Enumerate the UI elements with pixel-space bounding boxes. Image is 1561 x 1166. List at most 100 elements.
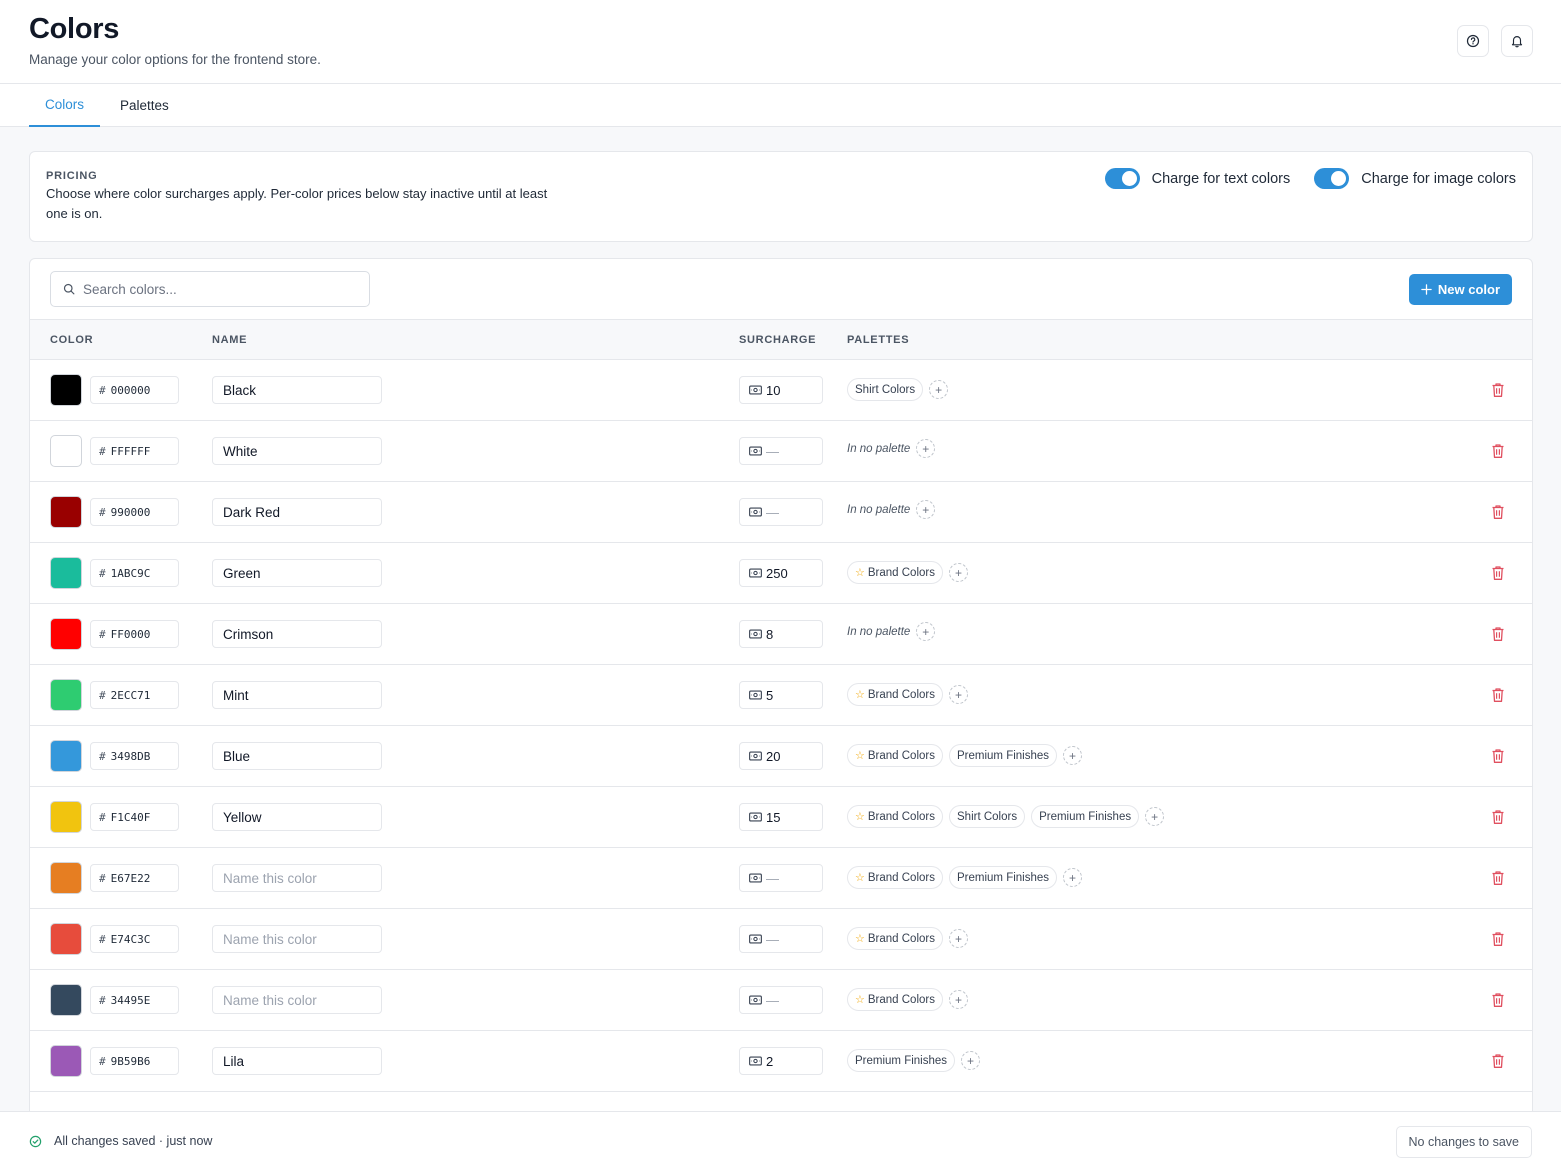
palette-chip[interactable]: ☆ Brand Colors <box>847 805 943 828</box>
surcharge-input[interactable]: 10 <box>739 376 823 404</box>
color-swatch[interactable] <box>50 618 82 650</box>
hex-input[interactable]: #1ABC9C <box>90 559 179 587</box>
palette-chip[interactable]: ☆ Brand Colors <box>847 866 943 889</box>
color-name-input[interactable] <box>212 681 382 709</box>
color-name-input[interactable] <box>212 803 382 831</box>
color-swatch[interactable] <box>50 1045 82 1077</box>
surcharge-input[interactable]: — <box>739 925 823 953</box>
help-button[interactable] <box>1457 25 1489 57</box>
search-input[interactable] <box>83 281 343 297</box>
hex-input[interactable]: # E74C3C <box>90 925 179 953</box>
trash-icon[interactable] <box>1491 809 1505 825</box>
color-name-input[interactable] <box>212 925 382 953</box>
trash-icon[interactable] <box>1491 626 1505 642</box>
add-palette-button[interactable]: + <box>961 1051 981 1070</box>
add-palette-button[interactable]: + <box>1145 807 1165 826</box>
color-name-input[interactable] <box>212 986 382 1014</box>
add-palette-button[interactable]: + <box>949 990 968 1009</box>
tab-colors[interactable]: Colors <box>29 84 101 127</box>
color-name-input[interactable] <box>212 498 382 526</box>
add-palette-button[interactable]: + <box>949 563 968 582</box>
surcharge-input[interactable]: 8 <box>739 620 823 648</box>
add-palette-button[interactable]: + <box>916 622 936 641</box>
surcharge-input[interactable]: — <box>739 986 823 1014</box>
save-changes-button[interactable]: No changes to save <box>1395 1126 1532 1158</box>
add-palette-button[interactable]: + <box>949 685 968 704</box>
color-name-input[interactable] <box>212 437 382 465</box>
surcharge-value: 250 <box>766 565 788 581</box>
hex-input[interactable]: # E67E22 <box>90 864 179 892</box>
color-swatch[interactable] <box>50 801 82 833</box>
palette-chip[interactable]: Shirt Colors <box>847 378 924 401</box>
palette-chip[interactable]: ☆ Brand Colors <box>847 561 943 584</box>
trash-icon[interactable] <box>1491 931 1505 947</box>
color-swatch[interactable] <box>50 740 82 772</box>
color-swatch[interactable] <box>50 557 82 589</box>
surcharge-input[interactable]: 15 <box>739 803 823 831</box>
color-swatch[interactable] <box>50 374 82 406</box>
color-name-input[interactable] <box>212 559 382 587</box>
palette-chip[interactable]: Premium Finishes <box>847 1049 956 1072</box>
trash-icon[interactable] <box>1491 443 1505 459</box>
star-icon: ☆ <box>855 872 865 884</box>
hex-input[interactable]: #9B59B6 <box>90 1047 179 1075</box>
color-swatch[interactable] <box>50 496 82 528</box>
add-palette-button[interactable]: + <box>1063 868 1083 887</box>
palette-chip[interactable]: Premium Finishes <box>949 744 1058 767</box>
hex-input[interactable]: #000000 <box>90 376 179 404</box>
trash-icon[interactable] <box>1491 1053 1505 1069</box>
trash-icon[interactable] <box>1491 992 1505 1008</box>
palette-chip[interactable]: Premium Finishes <box>1031 805 1140 828</box>
notifications-button[interactable] <box>1501 25 1533 57</box>
trash-icon[interactable] <box>1491 565 1505 581</box>
hex-input[interactable]: #3498DB <box>90 742 179 770</box>
color-swatch[interactable] <box>50 984 82 1016</box>
palette-chip[interactable]: ☆ Brand Colors <box>847 683 943 706</box>
add-palette-button[interactable]: + <box>1063 746 1083 765</box>
palette-chip[interactable]: ☆ Brand Colors <box>847 744 943 767</box>
palette-chip[interactable]: ☆ Brand Colors <box>847 927 943 950</box>
charge-text-colors-toggle[interactable] <box>1104 168 1140 189</box>
color-name-input[interactable] <box>212 864 382 892</box>
search-icon <box>63 283 75 295</box>
color-name-input[interactable] <box>212 1047 382 1075</box>
hex-input[interactable]: # FFFFFF <box>90 437 179 465</box>
palette-list: Premium Finishes + <box>847 1049 981 1072</box>
surcharge-input[interactable]: — <box>739 864 823 892</box>
hex-input[interactable]: #990000 <box>90 498 179 526</box>
surcharge-input[interactable]: — <box>739 437 823 465</box>
trash-icon[interactable] <box>1491 748 1505 764</box>
hex-input[interactable]: #2ECC71 <box>90 681 179 709</box>
cash-icon <box>749 995 762 1005</box>
add-palette-button[interactable]: + <box>916 500 936 519</box>
hex-input[interactable]: # F1C40F <box>90 803 179 831</box>
new-color-button[interactable]: New color <box>1408 274 1512 305</box>
surcharge-input[interactable]: 5 <box>739 681 823 709</box>
palette-chip-label: Brand Colors <box>867 993 935 1006</box>
surcharge-input[interactable]: 20 <box>739 742 823 770</box>
add-palette-button[interactable]: + <box>916 439 936 458</box>
surcharge-input[interactable]: 2 <box>739 1047 823 1075</box>
hex-input[interactable]: #34495E <box>90 986 179 1014</box>
color-name-input[interactable] <box>212 620 382 648</box>
tab-palettes[interactable]: Palettes <box>104 84 185 127</box>
trash-icon[interactable] <box>1491 687 1505 703</box>
hex-input[interactable]: # FF0000 <box>90 620 179 648</box>
trash-icon[interactable] <box>1491 382 1505 398</box>
color-name-input[interactable] <box>212 742 382 770</box>
palette-chip[interactable]: ☆ Brand Colors <box>847 988 943 1011</box>
trash-icon[interactable] <box>1491 504 1505 520</box>
charge-image-colors-toggle[interactable] <box>1314 168 1350 189</box>
trash-icon[interactable] <box>1491 870 1505 886</box>
color-swatch[interactable] <box>50 862 82 894</box>
surcharge-input[interactable]: 250 <box>739 559 823 587</box>
palette-chip[interactable]: Premium Finishes <box>949 866 1058 889</box>
color-swatch[interactable] <box>50 679 82 711</box>
add-palette-button[interactable]: + <box>929 380 949 399</box>
color-name-input[interactable] <box>212 376 382 404</box>
palette-chip[interactable]: Shirt Colors <box>949 805 1026 828</box>
add-palette-button[interactable]: + <box>949 929 968 948</box>
color-swatch[interactable] <box>50 435 82 467</box>
surcharge-input[interactable]: — <box>739 498 823 526</box>
color-swatch[interactable] <box>50 923 82 955</box>
